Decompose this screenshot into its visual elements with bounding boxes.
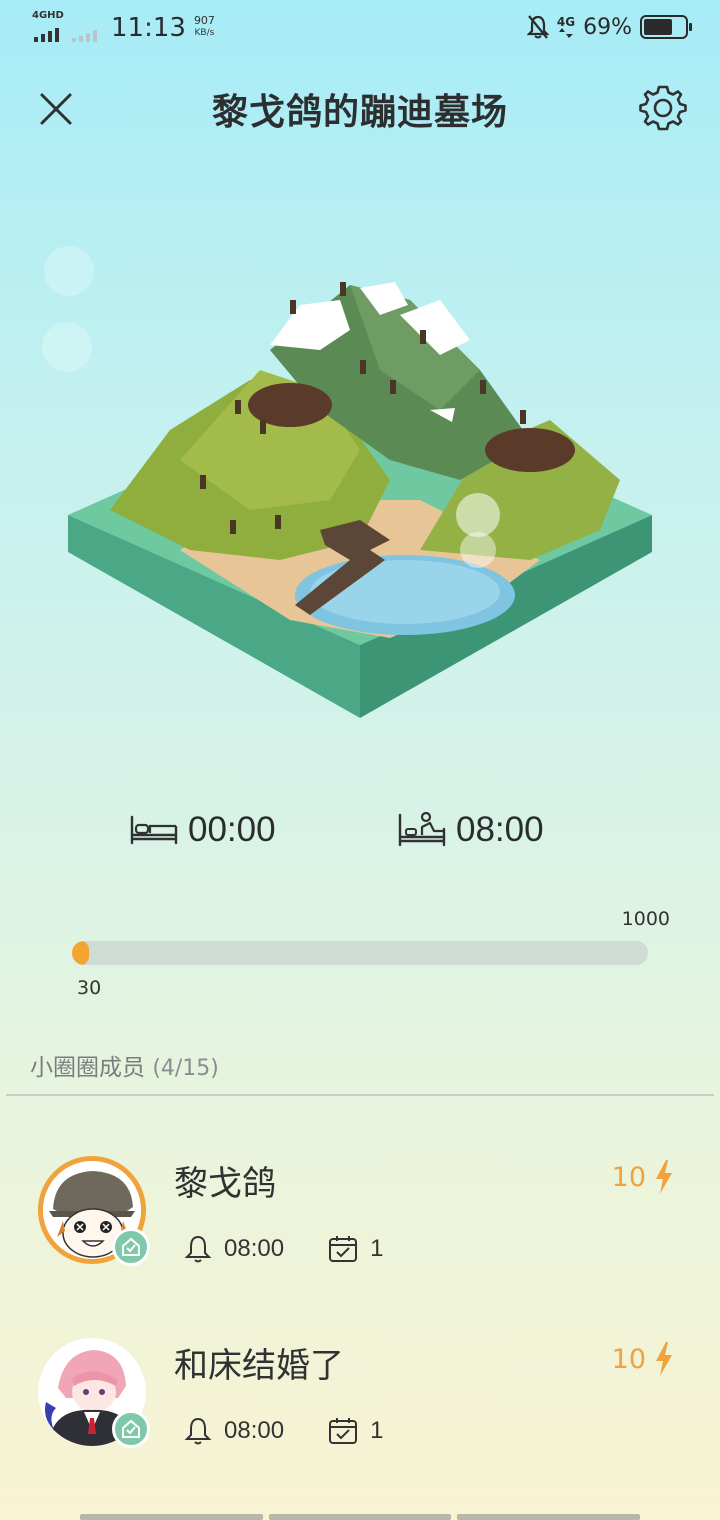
days-info: 1 (328, 1416, 383, 1446)
member-meta: 08:00 1 (184, 1416, 427, 1446)
schedule: 00:00 08:00 (0, 810, 720, 866)
progress-fill (72, 941, 90, 965)
cell-4g: 4G (557, 16, 575, 38)
battery-icon (640, 15, 692, 39)
signal-secondary-icon (72, 26, 97, 42)
wake-bed-icon (398, 811, 446, 847)
lightning-icon (656, 1342, 672, 1376)
lightning-icon (656, 1160, 672, 1194)
member-meta: 08:00 1 (184, 1234, 427, 1264)
member-row[interactable]: 黎戈鸽 10 08:00 1 (0, 1156, 720, 1296)
gear-icon (639, 85, 687, 131)
days-count: 1 (370, 1417, 384, 1444)
data-arrows-icon (558, 28, 573, 38)
bed-icon (130, 815, 178, 845)
header: 黎戈鸽的蹦迪墓场 (0, 75, 720, 139)
bell-icon (184, 1235, 212, 1263)
members-label: 小圈圈成员 (30, 1055, 145, 1081)
alarm-info: 08:00 (184, 1234, 284, 1264)
member-row[interactable]: 和床结婚了 10 08:00 1 (0, 1338, 720, 1478)
island-scene-image (68, 282, 652, 718)
divider (6, 1094, 714, 1096)
settings-button[interactable] (636, 81, 690, 135)
energy-value: 10 (611, 1161, 646, 1193)
alarm-time: 08:00 (224, 1417, 285, 1444)
wake-time: 08:00 (456, 810, 544, 849)
days-count: 1 (370, 1235, 384, 1262)
wake-time-group[interactable]: 08:00 (398, 810, 544, 850)
alarm-time: 08:00 (224, 1235, 285, 1262)
member-energy: 10 (612, 1342, 674, 1376)
bottom-tab-indicators (80, 1514, 641, 1520)
status-right: 4G 69% (526, 14, 692, 40)
tab-indicator[interactable] (80, 1514, 263, 1520)
status-left: 4GHD 11:13 907 KB/s (32, 10, 215, 44)
progress-current-label: 30 (77, 977, 102, 999)
bell-icon (184, 1417, 212, 1445)
mute-bell-icon (526, 15, 549, 39)
sleep-time: 00:00 (188, 810, 276, 849)
tab-indicator[interactable] (457, 1514, 641, 1520)
speed-value: 907 (193, 14, 215, 27)
network-label: 4GHD (32, 10, 64, 21)
verified-badge (112, 1410, 150, 1448)
home-check-icon (122, 1237, 140, 1256)
sleep-time-group[interactable]: 00:00 (130, 810, 276, 850)
speed-unit: KB/s (194, 28, 215, 38)
home-check-icon (122, 1419, 140, 1438)
island-illustration[interactable] (60, 260, 660, 730)
member-name: 黎戈鸽 (174, 1164, 276, 1204)
battery-fill (644, 19, 672, 35)
progress-max-label: 1000 (621, 908, 670, 930)
avatar[interactable] (38, 1156, 150, 1266)
alarm-info: 08:00 (184, 1416, 284, 1446)
tab-indicator[interactable] (268, 1514, 452, 1520)
calendar-check-icon (329, 1418, 358, 1444)
member-name: 和床结婚了 (174, 1346, 344, 1386)
status-time: 11:13 (111, 13, 186, 43)
network-speed: 907 KB/s (194, 15, 215, 39)
status-bar: 4GHD 11:13 907 KB/s 4G 69% (0, 0, 720, 58)
avatar[interactable] (38, 1338, 150, 1448)
energy-value: 10 (611, 1343, 646, 1375)
calendar-check-icon (329, 1236, 358, 1262)
battery-percent: 69% (583, 14, 632, 40)
progress-bar (72, 941, 648, 965)
page-title: 黎戈鸽的蹦迪墓场 (211, 92, 508, 133)
cell-label: 4G (556, 15, 576, 29)
member-energy: 10 (612, 1160, 674, 1194)
members-section-title: 小圈圈成员 (4/15) (30, 1048, 219, 1082)
days-info: 1 (328, 1234, 383, 1264)
signal-primary: 4GHD (32, 10, 72, 42)
signal-icon (34, 28, 59, 42)
members-count: (4/15) (152, 1056, 219, 1081)
verified-badge (112, 1228, 150, 1266)
